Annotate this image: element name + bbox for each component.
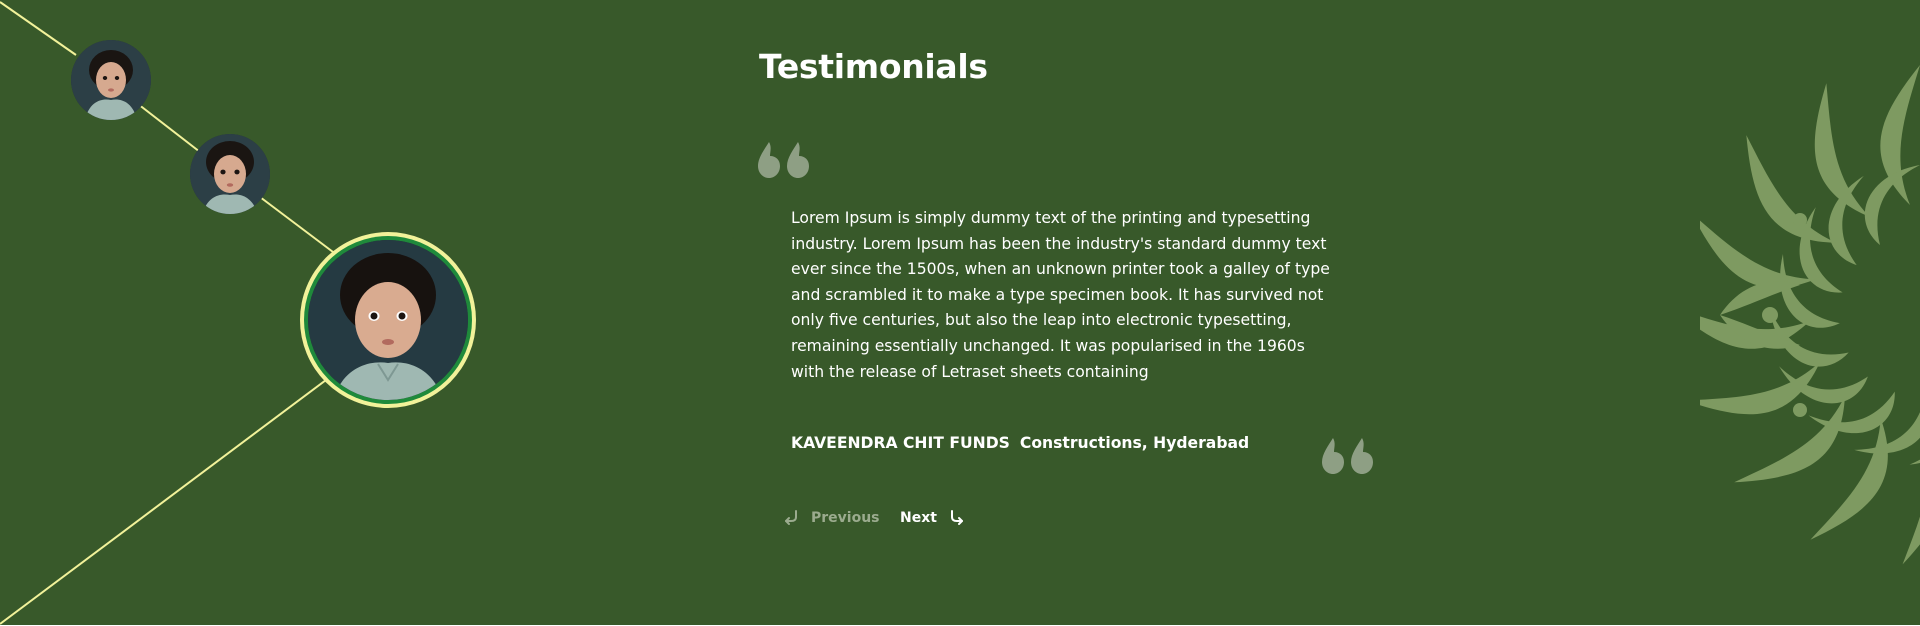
child-portrait-icon	[308, 240, 468, 400]
author-name: KAVEENDRA CHIT FUNDS	[791, 434, 1010, 452]
child-portrait-icon	[71, 40, 151, 120]
testimonials-section: Testimonials Lorem Ipsum is simply dummy…	[0, 0, 1920, 625]
previous-label: Previous	[811, 510, 880, 526]
next-label: Next	[900, 510, 937, 526]
author-org: Constructions, Hyderabad	[1019, 434, 1250, 452]
next-button[interactable]: Next	[900, 506, 966, 530]
previous-button[interactable]: Previous	[782, 506, 880, 530]
testimonial-avatar-active[interactable]	[300, 232, 476, 408]
mandala-ornament	[1700, 65, 1920, 569]
quote-open-icon	[758, 142, 809, 178]
quote-close-icon	[1322, 438, 1373, 474]
arrow-return-right-icon	[950, 510, 963, 525]
testimonial-avatar-1[interactable]	[71, 40, 151, 120]
child-portrait-icon	[190, 134, 270, 214]
child-portrait-large	[308, 240, 468, 400]
arrow-return-left-icon	[785, 510, 797, 525]
section-title: Testimonials	[759, 47, 988, 86]
testimonial-author: KAVEENDRA CHIT FUNDS Constructions, Hyder…	[791, 434, 1249, 452]
testimonial-text: Lorem Ipsum is simply dummy text of the …	[791, 209, 1330, 381]
testimonial-avatar-2[interactable]	[190, 134, 270, 214]
